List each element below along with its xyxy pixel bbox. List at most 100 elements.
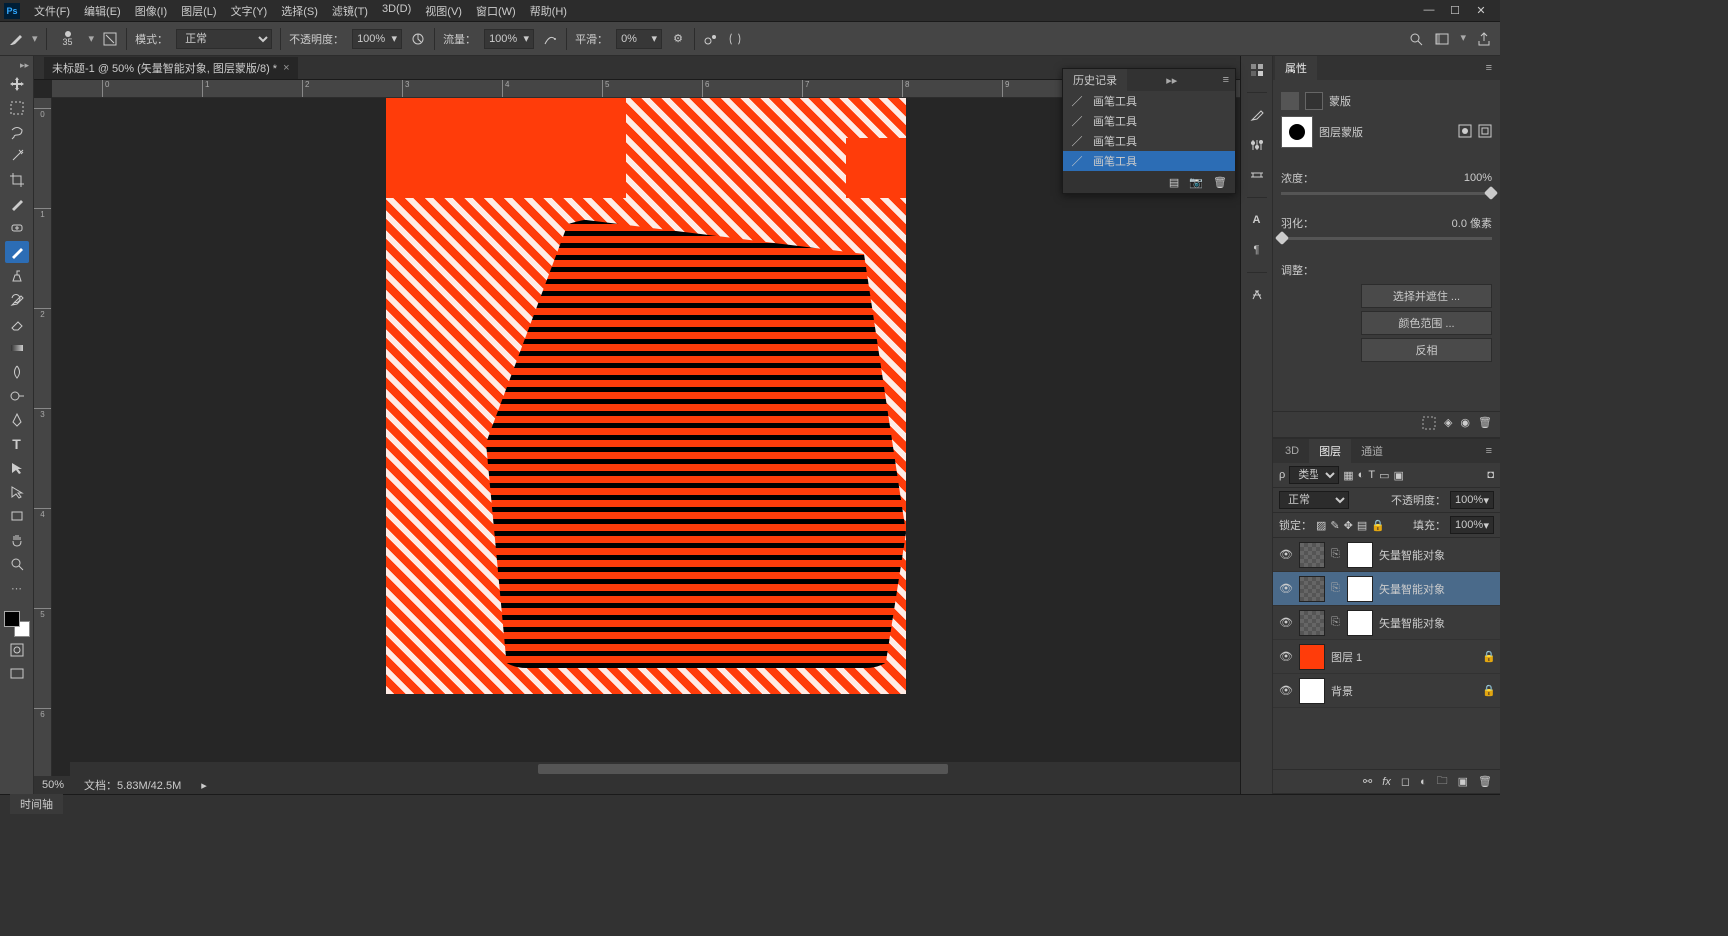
layer-row[interactable]: 👁 ⎘ 矢量智能对象 [1273,606,1500,640]
gradient-tool[interactable] [5,337,29,359]
brush-preset-dropdown-icon[interactable]: ▾ [89,32,95,45]
tab-channels[interactable]: 通道 [1351,439,1393,463]
history-item[interactable]: ／画笔工具 [1063,111,1235,131]
layer-blend-mode[interactable]: 正常 [1279,491,1349,509]
workspace-dropdown-icon[interactable]: ▾ [1460,31,1466,47]
quick-mask-icon[interactable] [5,639,29,661]
direct-selection-tool[interactable] [5,481,29,503]
history-menu-icon[interactable]: ≡ [1217,74,1235,86]
load-selection-icon[interactable] [1422,416,1436,433]
dodge-tool[interactable] [5,385,29,407]
maximize-button[interactable]: ☐ [1448,4,1462,17]
lasso-tool[interactable] [5,121,29,143]
brush-tool[interactable] [5,241,29,263]
select-and-mask-button[interactable]: 选择并遮住 ... [1361,284,1492,308]
layer-row[interactable]: 👁 ⎘ 矢量智能对象 [1273,538,1500,572]
zoom-tool[interactable] [5,553,29,575]
magic-wand-tool[interactable] [5,145,29,167]
feather-slider[interactable] [1281,237,1492,240]
brush-tool-icon[interactable] [8,31,24,47]
search-icon[interactable] [1408,31,1424,47]
history-brush-tool[interactable] [5,289,29,311]
layer-name[interactable]: 矢量智能对象 [1379,581,1494,597]
history-delete-icon[interactable]: 🗑 [1213,176,1227,189]
layer-thumbnail[interactable] [1299,576,1325,602]
share-icon[interactable] [1476,31,1492,47]
menu-select[interactable]: 选择(S) [275,1,324,21]
menu-edit[interactable]: 编辑(E) [78,1,127,21]
menu-help[interactable]: 帮助(H) [524,1,573,21]
lock-transparency-icon[interactable]: ▨ [1316,519,1326,532]
healing-brush-tool[interactable] [5,217,29,239]
horizontal-scrollbar[interactable] [70,762,1240,776]
path-selection-tool[interactable] [5,457,29,479]
marquee-tool[interactable] [5,97,29,119]
eyedropper-tool[interactable] [5,193,29,215]
layer-row[interactable]: 👁 背景 🔒 [1273,674,1500,708]
pressure-opacity-icon[interactable] [410,31,426,47]
blend-mode-select[interactable]: 正常 [176,29,272,49]
symmetry-icon[interactable] [727,31,743,47]
pressure-size-icon[interactable] [703,31,719,47]
character-panel-icon[interactable]: A [1247,210,1267,230]
clone-stamp-tool[interactable] [5,265,29,287]
timeline-tab[interactable]: 时间轴 [10,794,63,814]
canvas-artboard[interactable] [386,98,906,694]
menu-layer[interactable]: 图层(L) [175,1,222,21]
mask-link-icon[interactable]: ⎘ [1331,582,1341,595]
layer-name[interactable]: 矢量智能对象 [1379,615,1494,631]
menu-3d[interactable]: 3D(D) [376,1,417,21]
learn-panel-icon[interactable] [1247,285,1267,305]
close-tab-icon[interactable]: × [283,62,289,74]
menu-view[interactable]: 视图(V) [419,1,468,21]
layers-menu-icon[interactable]: ≡ [1480,445,1498,457]
menu-image[interactable]: 图像(I) [129,1,173,21]
delete-layer-icon[interactable]: 🗑 [1478,775,1492,788]
smoothing-input[interactable]: 0%▾ [616,29,662,49]
visibility-toggle-icon[interactable]: 👁 [1279,582,1293,595]
layer-thumbnail[interactable] [1299,542,1325,568]
close-button[interactable]: ✕ [1474,4,1488,17]
lock-pixels-icon[interactable]: ✎ [1330,519,1339,532]
pen-tool[interactable] [5,409,29,431]
hand-tool[interactable] [5,529,29,551]
layer-fx-icon[interactable]: fx [1382,776,1391,788]
filter-adjust-icon[interactable]: ◐ [1358,469,1365,481]
mask-thumbnail[interactable] [1281,116,1313,148]
history-collapse-icon[interactable]: ▸▸ [1160,74,1183,87]
layer-thumbnail[interactable] [1299,678,1325,704]
lock-all-icon[interactable]: 🔒 [1371,519,1385,532]
history-snapshot-icon[interactable]: ▤ [1169,176,1179,189]
rectangle-tool[interactable] [5,505,29,527]
opacity-input[interactable]: 100%▾ [352,29,402,49]
menu-filter[interactable]: 滤镜(T) [326,1,374,21]
properties-tab[interactable]: 属性 [1275,56,1317,80]
tab-layers[interactable]: 图层 [1309,439,1351,463]
minimize-button[interactable]: — [1422,4,1436,17]
history-item[interactable]: ／画笔工具 [1063,131,1235,151]
new-layer-icon[interactable]: ▣ [1458,775,1468,788]
filter-smart-icon[interactable]: ▣ [1393,469,1403,482]
visibility-toggle-icon[interactable]: 👁 [1279,548,1293,561]
mask-link-icon[interactable]: ⎘ [1331,548,1341,561]
layer-thumbnail[interactable] [1299,644,1325,670]
color-panel-icon[interactable] [1247,60,1267,80]
edit-toolbar-icon[interactable]: ⋯ [5,577,29,599]
visibility-toggle-icon[interactable]: 👁 [1279,616,1293,629]
blur-tool[interactable] [5,361,29,383]
layer-row[interactable]: 👁 图层 1 🔒 [1273,640,1500,674]
airbrush-icon[interactable] [542,31,558,47]
disable-mask-icon[interactable]: ◉ [1460,416,1470,433]
delete-mask-icon[interactable]: 🗑 [1478,416,1492,433]
toolbar-collapse-icon[interactable]: ▸▸ [20,60,33,71]
menu-file[interactable]: 文件(F) [28,1,76,21]
crop-tool[interactable] [5,169,29,191]
link-layers-icon[interactable]: ⚯ [1363,775,1372,788]
lock-artboard-icon[interactable]: ▤ [1357,519,1367,532]
layer-thumbnail[interactable] [1299,610,1325,636]
mask-link-icon[interactable]: ⎘ [1331,616,1341,629]
type-tool[interactable]: T [5,433,29,455]
feather-value[interactable]: 0.0 像素 [1452,215,1492,231]
eraser-tool[interactable] [5,313,29,335]
fill-input[interactable]: 100%▾ [1450,516,1494,534]
